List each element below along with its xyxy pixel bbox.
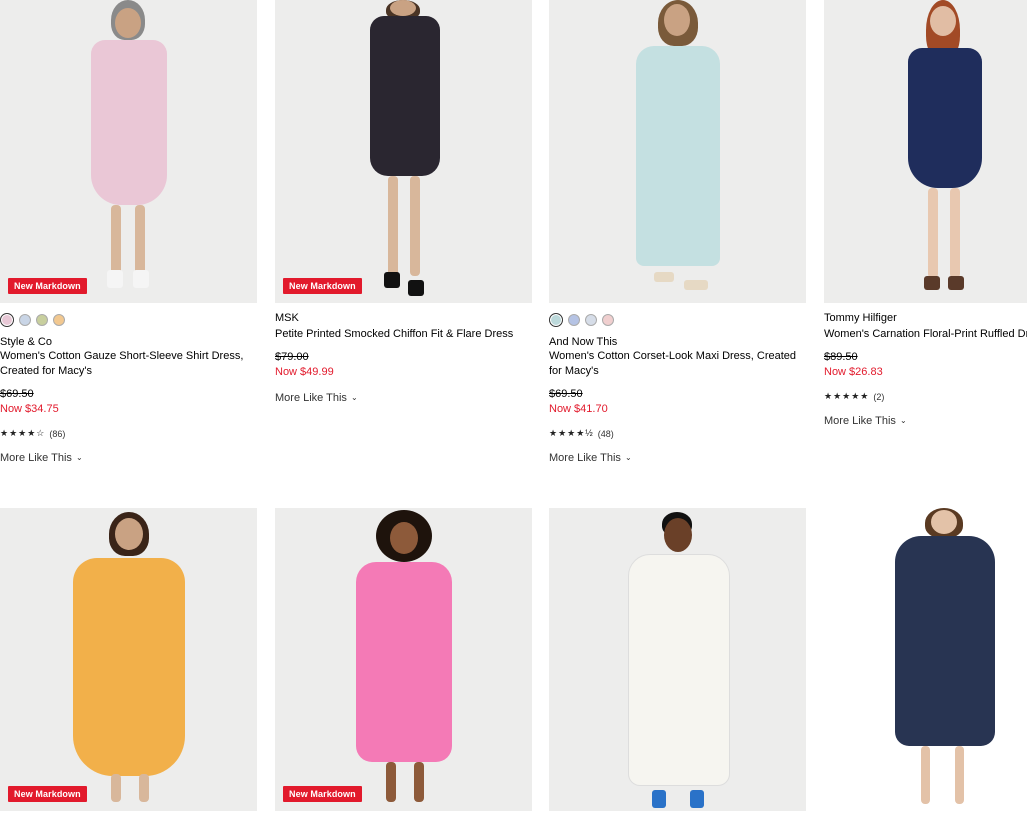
- more-like-this-link[interactable]: More Like This ⌄: [275, 392, 532, 404]
- product-image[interactable]: New Markdown: [0, 0, 257, 303]
- product-brand[interactable]: Tommy Hilfiger: [824, 311, 1027, 325]
- sale-price: Now $41.70: [549, 403, 608, 415]
- product-image[interactable]: New Markdown: [275, 0, 532, 303]
- more-like-this-link[interactable]: More Like This ⌄: [549, 452, 806, 464]
- sale-price: Now $34.75: [0, 403, 59, 415]
- product-card[interactable]: [549, 508, 806, 811]
- chevron-down-icon: ⌄: [624, 452, 632, 462]
- product-grid: New Markdown Style & Co Women's Cotton G…: [0, 0, 1027, 816]
- product-brand[interactable]: Style & Co: [0, 335, 257, 349]
- product-image[interactable]: New Markdown: [275, 508, 532, 811]
- color-swatch[interactable]: [0, 313, 14, 327]
- product-image[interactable]: [824, 0, 1027, 303]
- product-card[interactable]: Tommy Hilfiger Women's Carnation Floral-…: [824, 0, 1027, 427]
- product-name[interactable]: Women's Cotton Corset-Look Maxi Dress, C…: [549, 349, 799, 379]
- product-card[interactable]: New Markdown: [0, 508, 257, 811]
- more-like-this-link[interactable]: More Like This ⌄: [824, 415, 1027, 427]
- product-card[interactable]: [824, 508, 1027, 811]
- new-markdown-badge: New Markdown: [8, 278, 87, 294]
- product-name[interactable]: Women's Cotton Gauze Short-Sleeve Shirt …: [0, 349, 250, 379]
- original-price: $69.50: [549, 388, 583, 400]
- product-card[interactable]: New Markdown MSK Petite Printed Smocked …: [275, 0, 532, 404]
- star-rating-icon: ★★★★☆: [0, 428, 46, 438]
- product-brand[interactable]: And Now This: [549, 335, 806, 349]
- rating[interactable]: ★★★★★ (2): [824, 391, 1027, 402]
- product-card[interactable]: New Markdown Style & Co Women's Cotton G…: [0, 0, 257, 464]
- original-price: $69.50: [0, 388, 34, 400]
- more-like-this-label: More Like This: [824, 415, 896, 427]
- color-swatch[interactable]: [568, 314, 580, 326]
- star-rating-icon: ★★★★★: [824, 391, 870, 401]
- new-markdown-badge: New Markdown: [283, 786, 362, 802]
- more-like-this-label: More Like This: [0, 452, 72, 464]
- product-card[interactable]: New Markdown: [275, 508, 532, 811]
- color-swatch[interactable]: [36, 314, 48, 326]
- chevron-down-icon: ⌄: [350, 392, 358, 402]
- sale-price: Now $49.99: [275, 366, 334, 378]
- color-swatches: [549, 313, 806, 327]
- new-markdown-badge: New Markdown: [283, 278, 362, 294]
- product-image[interactable]: [549, 508, 806, 811]
- more-like-this-label: More Like This: [549, 452, 621, 464]
- more-like-this-label: More Like This: [275, 392, 347, 404]
- product-name[interactable]: Women's Carnation Floral-Print Ruffled D…: [824, 327, 1027, 342]
- product-name[interactable]: Petite Printed Smocked Chiffon Fit & Fla…: [275, 327, 525, 342]
- product-brand[interactable]: MSK: [275, 311, 532, 325]
- product-card[interactable]: And Now This Women's Cotton Corset-Look …: [549, 0, 806, 464]
- rating[interactable]: ★★★★½ (48): [549, 428, 806, 439]
- product-image[interactable]: [549, 0, 806, 303]
- color-swatch[interactable]: [602, 314, 614, 326]
- new-markdown-badge: New Markdown: [8, 786, 87, 802]
- chevron-down-icon: ⌄: [75, 452, 83, 462]
- original-price: $79.00: [275, 351, 309, 363]
- chevron-down-icon: ⌄: [899, 415, 907, 425]
- rating[interactable]: ★★★★☆ (86): [0, 428, 257, 439]
- color-swatch[interactable]: [53, 314, 65, 326]
- rating-count: (86): [49, 428, 66, 439]
- color-swatch[interactable]: [19, 314, 31, 326]
- rating-count: (2): [873, 391, 885, 402]
- color-swatches: [0, 313, 257, 327]
- rating-count: (48): [597, 428, 614, 439]
- sale-price: Now $26.83: [824, 366, 883, 378]
- more-like-this-link[interactable]: More Like This ⌄: [0, 452, 257, 464]
- color-swatch[interactable]: [585, 314, 597, 326]
- original-price: $89.50: [824, 351, 858, 363]
- color-swatch[interactable]: [549, 313, 563, 327]
- product-image[interactable]: [824, 508, 1027, 811]
- star-rating-icon: ★★★★½: [549, 428, 594, 438]
- product-image[interactable]: New Markdown: [0, 508, 257, 811]
